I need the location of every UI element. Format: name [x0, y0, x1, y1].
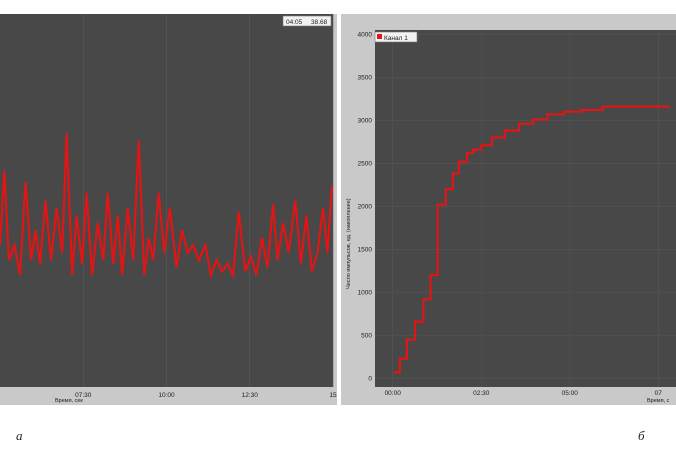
y-tick-label-b: 4000	[358, 32, 373, 39]
chart-a-svg: 04:05 38.68 07:30 10:00 12:30 15 Время, сек	[0, 14, 337, 404]
y-tick-label-b: 0	[368, 376, 372, 383]
legend-label: Канал 1	[384, 35, 408, 42]
x-tick-label-a: 10:00	[158, 392, 175, 399]
x-tick-label-a: 12:30	[242, 392, 259, 399]
y-tick-label-b: 2000	[358, 204, 373, 211]
plot-area-b	[375, 30, 676, 387]
y-tick-label-b: 3500	[358, 75, 373, 82]
x-axis-title-b: Время, с	[647, 398, 670, 404]
caption-b: б	[638, 428, 645, 443]
y-tick-label-b: 3000	[358, 118, 373, 125]
y-tick-label-b: 2500	[358, 161, 373, 168]
caption-a: а	[16, 428, 23, 443]
x-tick-label-b: 02:30	[473, 390, 490, 397]
x-axis-title-a: Время, сек	[55, 398, 83, 404]
x-tick-label-a: 15	[329, 392, 337, 399]
y-tick-label-b: 500	[361, 333, 372, 340]
x-tick-label-b: 05:00	[562, 390, 579, 397]
x-tick-label-b: 00:00	[385, 390, 402, 397]
y-tick-label-b: 1000	[358, 290, 373, 297]
y-tick-label-b: 1500	[358, 247, 373, 254]
y-axis-title-b: Число импульсов, ед. (накопление)	[346, 198, 352, 289]
chart-panel-b: Канал 1 0 500 1000 1500 2000 2500 3000 3500 4000…	[341, 14, 676, 405]
chart-panel-a: 04:05 38.68 07:30 10:00 12:30 15 Время, сек	[0, 14, 337, 405]
chart-b-svg: Канал 1 0 500 1000 1500 2000 2500 3000 3500 4000…	[346, 30, 676, 404]
status-value: 38.68	[311, 19, 328, 26]
legend-swatch	[377, 34, 382, 39]
status-time: 04:05	[286, 19, 303, 26]
x-tick-label-b: 07	[655, 390, 663, 397]
